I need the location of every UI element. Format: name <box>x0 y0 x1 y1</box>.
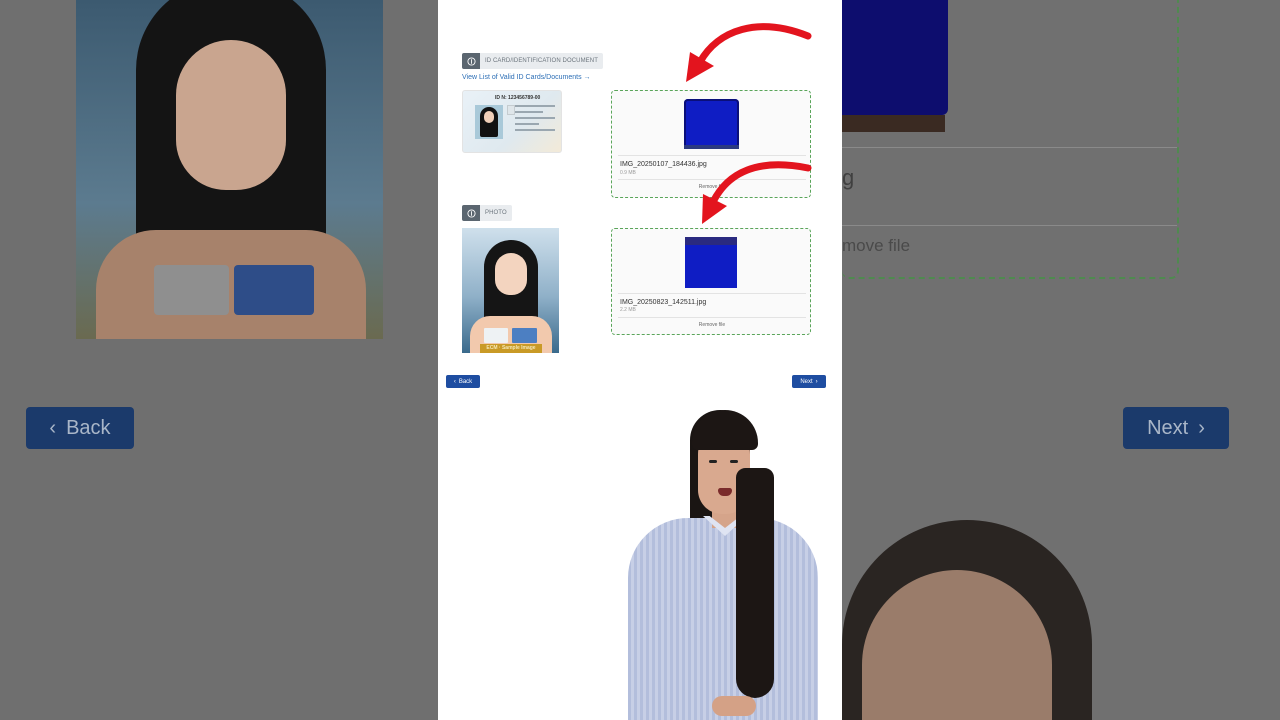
chevron-left-icon: ‹ <box>453 378 456 385</box>
background-divider <box>842 147 1177 148</box>
next-button[interactable]: Next › <box>792 375 826 388</box>
photo-section-title: PHOTO <box>485 210 507 216</box>
background-divider <box>842 225 1177 226</box>
background-blur-left: ‹ Back <box>0 0 438 720</box>
background-thumb-edge <box>842 115 945 132</box>
background-next-button: Next › <box>1123 407 1229 449</box>
uploaded-photo-thumbnail <box>685 237 737 288</box>
background-back-button: ‹ Back <box>26 407 134 449</box>
back-button-label: Back <box>458 378 473 385</box>
dropzone-divider <box>618 317 806 318</box>
uploaded-id-thumbnail <box>684 99 739 149</box>
photo-remove-file-button[interactable]: Remove file <box>612 322 812 328</box>
background-back-label: Back <box>66 416 111 439</box>
background-presenter-face <box>842 520 1142 720</box>
id-remove-file-button[interactable]: Remove file <box>612 184 812 190</box>
sample-id-card-image: ID N: 123456789-00 <box>462 90 562 153</box>
background-next-label: Next <box>1147 416 1189 439</box>
valid-id-list-link[interactable]: View List of Valid ID Cards/Documents → <box>462 74 591 81</box>
fingerprint-icon <box>462 53 480 69</box>
form-panel: ID CARD/IDENTIFICATION DOCUMENT View Lis… <box>438 0 842 720</box>
chevron-right-icon: › <box>815 378 818 385</box>
video-frame: ‹ Back g move file Next › ID CARD/IDENTI… <box>0 0 1280 720</box>
chevron-right-icon: › <box>1198 416 1205 439</box>
back-button[interactable]: ‹ Back <box>446 375 480 388</box>
fingerprint-icon <box>462 205 480 221</box>
background-text-fragment: g <box>842 165 855 190</box>
chevron-left-icon: ‹ <box>49 416 57 439</box>
dropzone-divider <box>618 179 806 180</box>
id-section-title: ID CARD/IDENTIFICATION DOCUMENT <box>485 58 598 64</box>
annotation-arrowhead-photo <box>702 194 727 224</box>
id-file-name: IMG_20250107_184436.jpg <box>620 161 707 168</box>
dropzone-divider <box>618 293 806 294</box>
photo-file-name: IMG_20250823_142511.jpg <box>620 299 707 306</box>
annotation-arrowhead-id <box>686 52 714 82</box>
id-upload-dropzone[interactable]: IMG_20250107_184436.jpg 0.9 MB Remove fi… <box>611 90 811 198</box>
background-uploaded-thumb <box>842 0 948 115</box>
presenter-person <box>608 408 842 720</box>
background-remove-fragment: move file <box>842 236 911 255</box>
sample-photo-image: ECM · Sample Image <box>462 228 559 353</box>
annotation-arrow-id <box>696 23 812 66</box>
id-section-label: ID CARD/IDENTIFICATION DOCUMENT <box>462 53 603 69</box>
sample-id-number: ID N: 123456789-00 <box>495 95 541 101</box>
photo-section-label: PHOTO <box>462 205 512 221</box>
dropzone-divider <box>618 155 806 156</box>
photo-upload-dropzone[interactable]: IMG_20250823_142511.jpg 2.2 MB Remove fi… <box>611 228 811 335</box>
id-file-size: 0.9 MB <box>620 170 636 176</box>
sample-image-banner: ECM · Sample Image <box>480 344 542 353</box>
background-sample-photo <box>76 0 383 339</box>
next-button-label: Next <box>800 378 813 385</box>
photo-file-size: 2.2 MB <box>620 307 636 313</box>
